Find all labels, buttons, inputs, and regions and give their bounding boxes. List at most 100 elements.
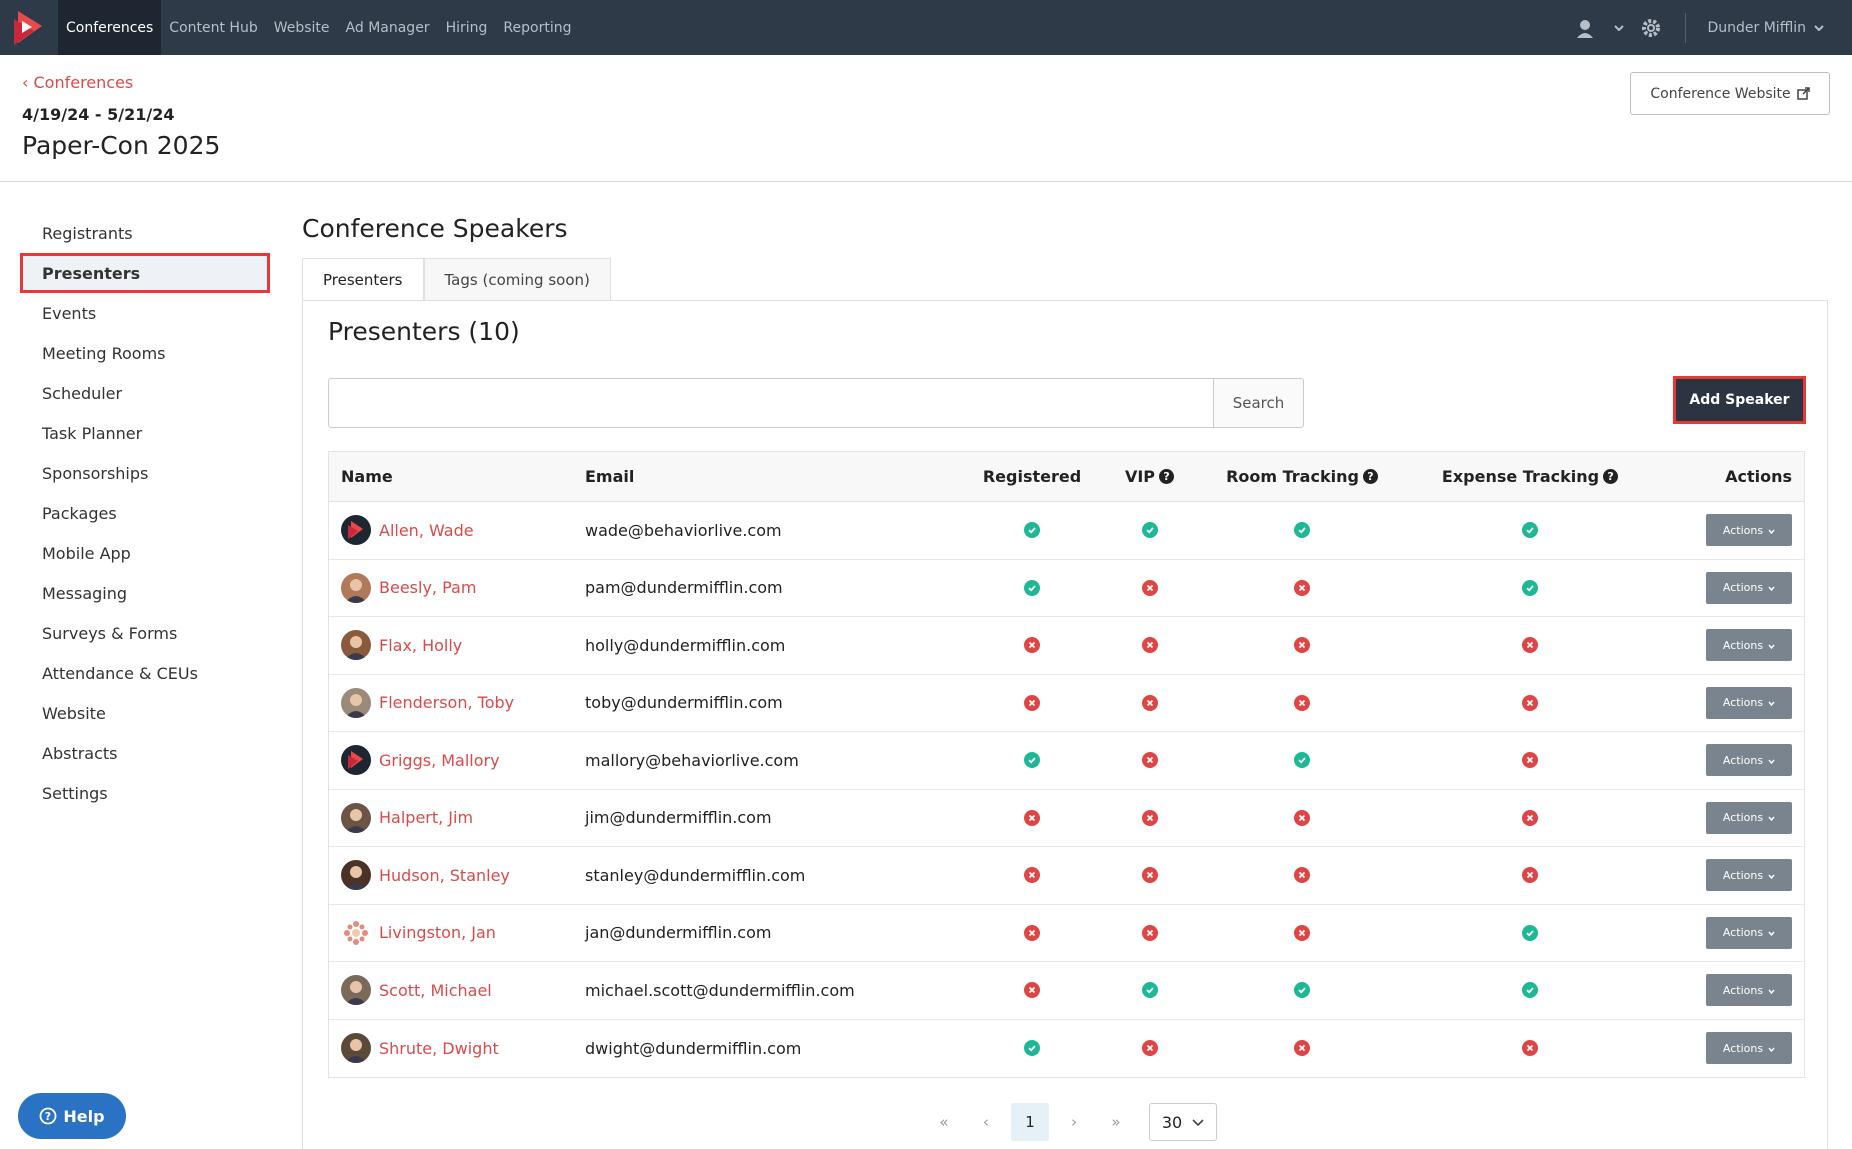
- presenter-name-link[interactable]: Halpert, Jim: [379, 808, 473, 827]
- col-email-header[interactable]: Email: [585, 467, 971, 486]
- sidebar-item-sponsorships[interactable]: Sponsorships: [20, 453, 270, 493]
- presenter-name-link[interactable]: Griggs, Mallory: [379, 751, 500, 770]
- actions-dropdown-button[interactable]: Actions: [1706, 801, 1792, 834]
- vip-cell: [1093, 694, 1206, 711]
- help-circle-icon[interactable]: ?: [1603, 469, 1619, 484]
- sidebar-item-mobile-app[interactable]: Mobile App: [20, 533, 270, 573]
- registered-cell: [971, 579, 1093, 596]
- org-switcher[interactable]: Dunder Mifflin: [1708, 20, 1825, 36]
- actions-dropdown-button[interactable]: Actions: [1706, 974, 1792, 1007]
- x-circle-icon: [1294, 637, 1310, 654]
- col-expense-header[interactable]: Expense Tracking?: [1398, 467, 1662, 486]
- sidebar-item-packages[interactable]: Packages: [20, 493, 270, 533]
- help-circle-icon[interactable]: ?: [1159, 469, 1175, 484]
- search-button[interactable]: Search: [1213, 378, 1304, 428]
- back-link[interactable]: ‹ Conferences: [22, 73, 133, 92]
- presenter-name-link[interactable]: Flenderson, Toby: [379, 693, 514, 712]
- search-input[interactable]: [328, 378, 1214, 428]
- sidebar-item-abstracts[interactable]: Abstracts: [20, 733, 270, 773]
- x-circle-icon: [1522, 637, 1538, 654]
- sidebar-item-website[interactable]: Website: [20, 693, 270, 733]
- add-speaker-button[interactable]: Add Speaker: [1673, 376, 1806, 424]
- presenter-name-link[interactable]: Allen, Wade: [379, 521, 474, 540]
- nav-link-content-hub[interactable]: Content Hub: [161, 0, 265, 55]
- actions-dropdown-button[interactable]: Actions: [1706, 571, 1792, 604]
- sidebar-item-messaging[interactable]: Messaging: [20, 573, 270, 613]
- actions-cell: Actions: [1662, 974, 1804, 1007]
- x-circle-icon: [1141, 924, 1158, 941]
- x-circle-icon: [1294, 867, 1310, 884]
- sidebar-item-settings[interactable]: Settings: [20, 773, 270, 813]
- first-page-button[interactable]: «: [923, 1103, 965, 1141]
- chevron-down-icon[interactable]: [1613, 16, 1625, 40]
- nav-link-ad-manager[interactable]: Ad Manager: [338, 0, 438, 55]
- actions-dropdown-button[interactable]: Actions: [1706, 514, 1792, 547]
- presenter-name-link[interactable]: Shrute, Dwight: [379, 1039, 499, 1058]
- nav-divider: [1684, 12, 1686, 43]
- check-circle-icon: [1522, 982, 1538, 999]
- expense-cell: [1398, 982, 1662, 999]
- gear-icon[interactable]: [1639, 16, 1663, 40]
- col-vip-header[interactable]: VIP?: [1093, 467, 1206, 486]
- vip-cell: [1093, 522, 1206, 539]
- sidebar-item-attendance-ceus[interactable]: Attendance & CEUs: [20, 653, 270, 693]
- help-circle-icon[interactable]: ?: [1362, 469, 1378, 484]
- sidebar-item-surveys-forms[interactable]: Surveys & Forms: [20, 613, 270, 653]
- help-button[interactable]: ? Help: [18, 1093, 126, 1139]
- tab-presenters[interactable]: Presenters: [302, 258, 424, 301]
- x-circle-icon: [1141, 637, 1158, 654]
- last-page-button[interactable]: »: [1095, 1103, 1137, 1141]
- x-circle-icon: [1141, 752, 1158, 769]
- vip-cell: [1093, 867, 1206, 884]
- sidebar-item-scheduler[interactable]: Scheduler: [20, 373, 270, 413]
- tab-tags-coming-soon[interactable]: Tags (coming soon): [423, 258, 611, 301]
- actions-label: Actions: [1722, 926, 1764, 940]
- brand-logo-icon[interactable]: [0, 0, 58, 55]
- support-agent-icon[interactable]: [1575, 16, 1599, 40]
- actions-dropdown-button[interactable]: Actions: [1706, 629, 1792, 662]
- page-1-button[interactable]: 1: [1011, 1103, 1049, 1141]
- nav-link-conferences[interactable]: Conferences: [58, 0, 162, 55]
- section-title: Conference Speakers: [302, 214, 568, 243]
- email-cell: pam@dundermifflin.com: [585, 578, 783, 598]
- nav-link-website[interactable]: Website: [266, 0, 338, 55]
- sidebar-item-task-planner[interactable]: Task Planner: [20, 413, 270, 453]
- name-cell: Allen, Wade: [329, 515, 585, 546]
- presenter-name-link[interactable]: Flax, Holly: [379, 636, 462, 655]
- main-nav: Conferences Content Hub Website Ad Manager H…: [58, 0, 579, 55]
- col-name-header[interactable]: Name: [329, 467, 585, 486]
- sidebar-item-registrants[interactable]: Registrants: [20, 213, 270, 253]
- nav-link-hiring[interactable]: Hiring: [438, 0, 496, 55]
- presenter-name-link[interactable]: Scott, Michael: [379, 981, 492, 1000]
- actions-dropdown-button[interactable]: Actions: [1706, 744, 1792, 777]
- caret-down-icon: [1768, 696, 1775, 709]
- col-registered-header[interactable]: Registered: [971, 467, 1093, 486]
- col-room-header[interactable]: Room Tracking?: [1206, 467, 1398, 486]
- x-circle-icon: [1294, 694, 1310, 711]
- actions-label: Actions: [1722, 581, 1764, 595]
- actions-cell: Actions: [1662, 1032, 1804, 1065]
- prev-page-button[interactable]: ‹: [965, 1103, 1007, 1141]
- sidebar-item-meeting-rooms[interactable]: Meeting Rooms: [20, 333, 270, 373]
- table-row: Shrute, Dwight dwight@dundermifflin.com Ac…: [329, 1020, 1804, 1078]
- col-registered-label: Registered: [982, 467, 1082, 486]
- presenter-name-link[interactable]: Livingston, Jan: [379, 923, 496, 942]
- actions-dropdown-button[interactable]: Actions: [1706, 1032, 1792, 1065]
- actions-label: Actions: [1722, 983, 1764, 997]
- avatar: [341, 515, 371, 546]
- nav-link-reporting[interactable]: Reporting: [495, 0, 579, 55]
- actions-dropdown-button[interactable]: Actions: [1706, 916, 1792, 949]
- presenter-name-link[interactable]: Beesly, Pam: [379, 578, 476, 597]
- sidebar-item-presenters[interactable]: Presenters: [20, 253, 270, 293]
- presenter-name-link[interactable]: Hudson, Stanley: [379, 866, 510, 885]
- room-cell: [1206, 1040, 1398, 1057]
- room-cell: [1206, 867, 1398, 884]
- sidebar-item-events[interactable]: Events: [20, 293, 270, 333]
- conference-website-button[interactable]: Conference Website: [1630, 72, 1830, 115]
- check-circle-icon: [1024, 1040, 1040, 1057]
- next-page-button[interactable]: ›: [1053, 1103, 1095, 1141]
- per-page-select[interactable]: 30: [1149, 1103, 1217, 1141]
- actions-dropdown-button[interactable]: Actions: [1706, 686, 1792, 719]
- actions-dropdown-button[interactable]: Actions: [1706, 859, 1792, 892]
- table-header: Name Email Registered VIP? Room Tracking…: [329, 452, 1804, 502]
